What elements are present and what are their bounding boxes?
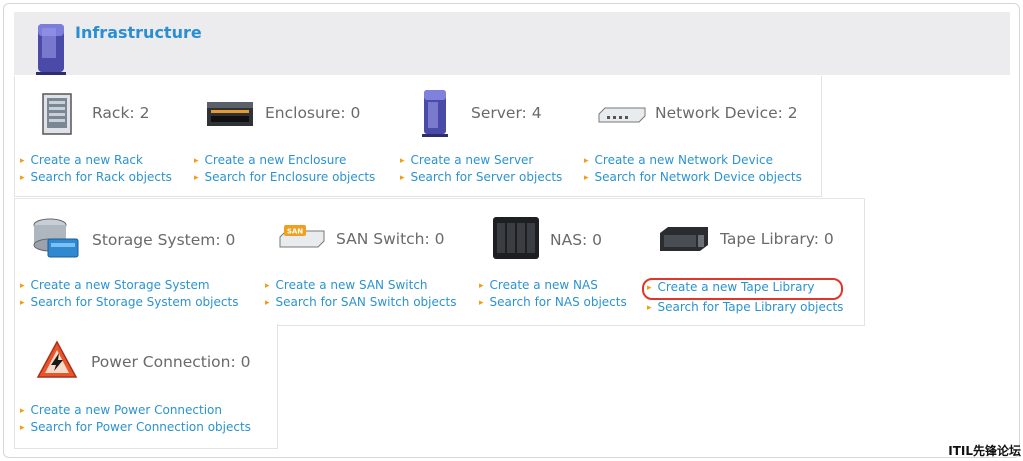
search-enclosure-link[interactable]: Search for Enclosure objects bbox=[194, 170, 376, 187]
create-network-device-link[interactable]: Create a new Network Device bbox=[584, 153, 802, 170]
create-san-switch-link[interactable]: Create a new SAN Switch bbox=[265, 278, 456, 295]
power-connection-count: Power Connection: 0 bbox=[91, 353, 251, 371]
create-storage-system-link[interactable]: Create a new Storage System bbox=[20, 278, 238, 295]
search-tape-library-link[interactable]: Search for Tape Library objects bbox=[647, 300, 844, 317]
tape-library-icon bbox=[660, 227, 708, 251]
storage-system-count: Storage System: 0 bbox=[92, 231, 236, 249]
search-san-switch-link[interactable]: Search for SAN Switch objects bbox=[265, 295, 457, 312]
page-title: Infrastructure bbox=[75, 23, 202, 42]
network-device-icon bbox=[598, 107, 646, 123]
create-power-connection-link[interactable]: Create a new Power Connection bbox=[20, 403, 251, 420]
search-network-device-link[interactable]: Search for Network Device objects bbox=[584, 170, 802, 187]
search-rack-link[interactable]: Search for Rack objects bbox=[20, 170, 172, 187]
enclosure-count: Enclosure: 0 bbox=[265, 104, 361, 122]
infrastructure-header: Infrastructure bbox=[14, 12, 1010, 75]
create-enclosure-link[interactable]: Create a new Enclosure bbox=[194, 153, 375, 170]
power-connection-icon bbox=[36, 340, 78, 378]
server-icon bbox=[422, 90, 448, 137]
nas-icon bbox=[493, 217, 539, 259]
create-tape-library-link[interactable]: Create a new Tape Library bbox=[642, 278, 844, 300]
create-nas-link[interactable]: Create a new NAS bbox=[479, 278, 627, 295]
create-server-link[interactable]: Create a new Server bbox=[400, 153, 562, 170]
search-nas-link[interactable]: Search for NAS objects bbox=[479, 295, 627, 312]
server-count: Server: 4 bbox=[471, 104, 542, 122]
enclosure-icon bbox=[207, 102, 253, 126]
rack-count: Rack: 2 bbox=[92, 104, 150, 122]
forum-watermark: ITIL先锋论坛 bbox=[948, 444, 1021, 458]
server-tower-icon bbox=[36, 24, 66, 75]
search-storage-system-link[interactable]: Search for Storage System objects bbox=[20, 295, 239, 312]
storage-system-icon bbox=[33, 218, 79, 258]
nas-count: NAS: 0 bbox=[550, 231, 603, 249]
rack-icon bbox=[42, 93, 72, 135]
search-server-link[interactable]: Search for Server objects bbox=[400, 170, 563, 187]
create-rack-link[interactable]: Create a new Rack bbox=[20, 153, 172, 170]
tape-library-count: Tape Library: 0 bbox=[720, 230, 834, 248]
network-device-count: Network Device: 2 bbox=[655, 104, 798, 122]
search-power-connection-link[interactable]: Search for Power Connection objects bbox=[20, 420, 251, 437]
san-switch-count: SAN Switch: 0 bbox=[336, 230, 445, 248]
san-badge-text: SAN bbox=[287, 228, 303, 236]
san-switch-icon: SAN bbox=[279, 225, 325, 248]
